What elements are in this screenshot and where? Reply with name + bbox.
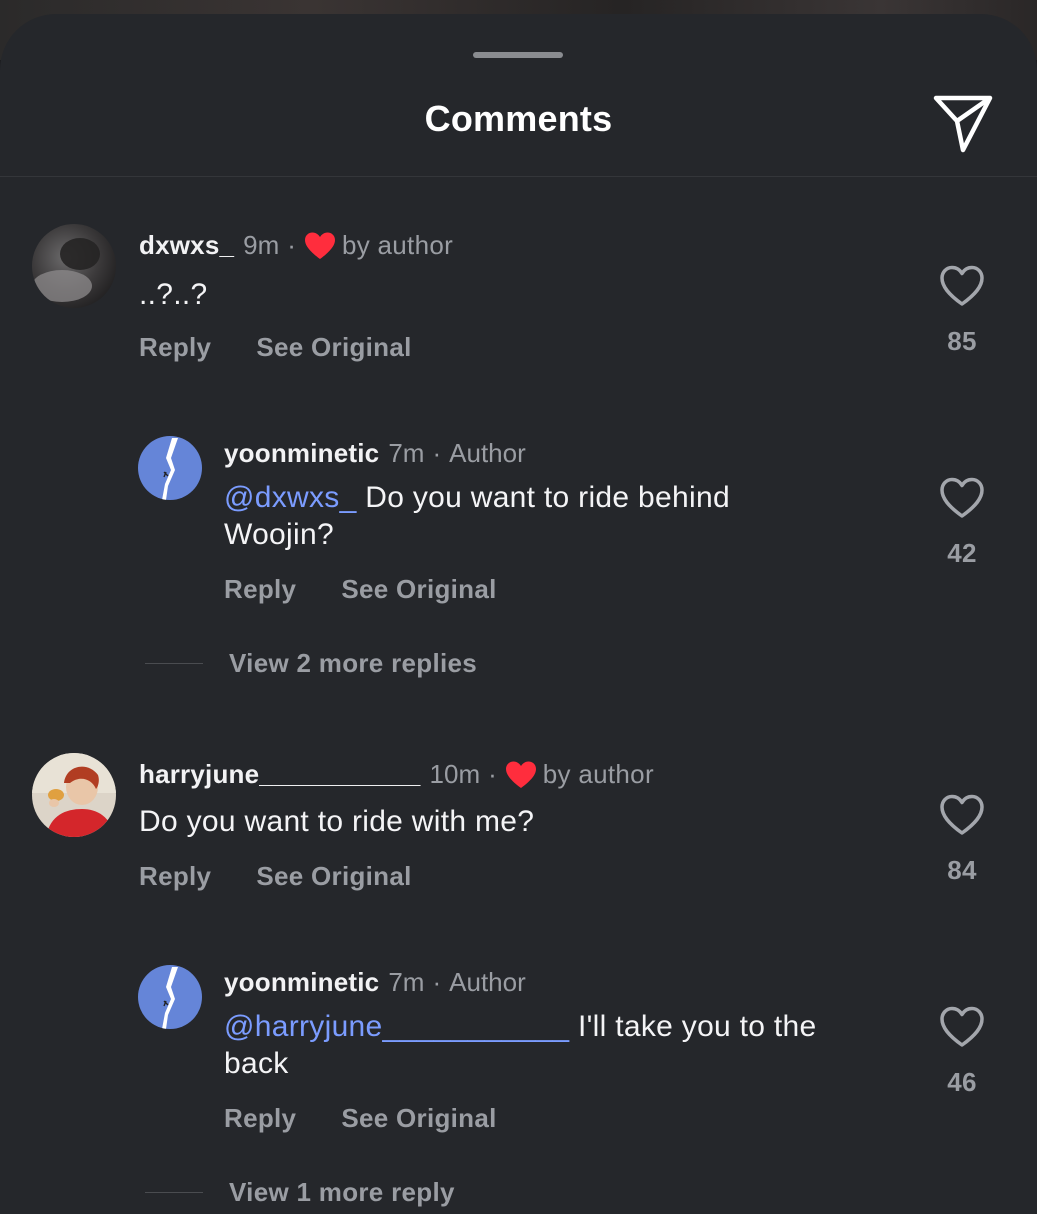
avatar[interactable] <box>32 224 116 308</box>
see-original-button[interactable]: See Original <box>256 332 411 363</box>
username[interactable]: yoonminetic <box>224 967 379 998</box>
username[interactable]: dxwxs_ <box>139 230 234 261</box>
reply-button[interactable]: Reply <box>224 574 296 605</box>
reply-button[interactable]: Reply <box>139 332 211 363</box>
timestamp: 7m <box>388 438 425 468</box>
like-control: 46 <box>938 1005 986 1098</box>
heart-outline-icon[interactable] <box>938 793 986 837</box>
comment-text: ..?..? <box>139 278 208 311</box>
view-more-label: View 2 more replies <box>229 648 478 678</box>
paper-plane-icon[interactable] <box>930 88 996 154</box>
heart-filled-icon <box>505 761 536 788</box>
reply-button[interactable]: Reply <box>139 861 211 892</box>
reply-meta: yoonminetic 7m · Author <box>224 438 526 469</box>
heart-outline-icon[interactable] <box>938 1005 986 1049</box>
reply-text-line1: Do you want to ride behind <box>365 481 730 514</box>
timestamp: 10m <box>429 759 481 789</box>
header-divider <box>0 176 1037 177</box>
avatar[interactable] <box>138 965 202 1029</box>
see-original-button[interactable]: See Original <box>256 861 411 892</box>
like-count: 84 <box>947 855 977 885</box>
avatar[interactable] <box>138 436 202 500</box>
comment-meta: harryjune___________ 10m · by author <box>139 759 654 790</box>
drag-handle[interactable] <box>473 52 563 58</box>
reply-meta: yoonminetic 7m · Author <box>224 967 526 998</box>
like-count: 42 <box>947 538 977 568</box>
reply-text: @harryjune___________ I'll take you to t… <box>224 1008 904 1082</box>
heart-filled-icon <box>304 232 335 259</box>
heart-outline-icon[interactable] <box>938 264 986 308</box>
like-count: 85 <box>947 326 977 356</box>
thread-line <box>145 1192 203 1193</box>
username[interactable]: yoonminetic <box>224 438 379 469</box>
avatar[interactable] <box>32 753 116 837</box>
author-like-badge: by author <box>341 230 454 260</box>
reply-text-line2: Woojin? <box>224 518 334 551</box>
reply-text-line1: I'll take you to the <box>578 1010 817 1043</box>
comment-actions: Reply See Original <box>139 861 412 892</box>
view-more-label: View 1 more reply <box>229 1177 455 1207</box>
sheet-title: Comments <box>424 98 613 139</box>
like-control: 42 <box>938 476 986 569</box>
view-more-replies-button[interactable]: View 2 more replies <box>145 648 477 679</box>
like-count: 46 <box>947 1067 977 1097</box>
reply-text: @dxwxs_ Do you want to ride behind Wooji… <box>224 479 904 553</box>
reply-text-line2: back <box>224 1047 289 1080</box>
like-control: 85 <box>938 264 986 357</box>
reply-button[interactable]: Reply <box>224 1103 296 1134</box>
author-like-badge: by author <box>542 759 654 789</box>
mention-link[interactable]: @dxwxs_ <box>224 481 357 514</box>
reply-actions: Reply See Original <box>224 574 497 605</box>
author-label: Author <box>449 438 526 468</box>
mention-link[interactable]: @harryjune___________ <box>224 1010 569 1043</box>
username[interactable]: harryjune___________ <box>139 759 421 790</box>
like-control: 84 <box>938 793 986 886</box>
view-more-replies-button[interactable]: View 1 more reply <box>145 1177 455 1208</box>
see-original-button[interactable]: See Original <box>341 574 496 605</box>
comment-actions: Reply See Original <box>139 332 412 363</box>
comment-text: Do you want to ride with me? <box>139 805 535 838</box>
comment-meta: dxwxs_ 9m · by author <box>139 230 454 261</box>
thread-line <box>145 663 203 664</box>
heart-outline-icon[interactable] <box>938 476 986 520</box>
reply-actions: Reply See Original <box>224 1103 497 1134</box>
see-original-button[interactable]: See Original <box>341 1103 496 1134</box>
timestamp: 7m <box>388 967 425 997</box>
timestamp: 9m <box>243 230 280 260</box>
author-label: Author <box>449 967 526 997</box>
